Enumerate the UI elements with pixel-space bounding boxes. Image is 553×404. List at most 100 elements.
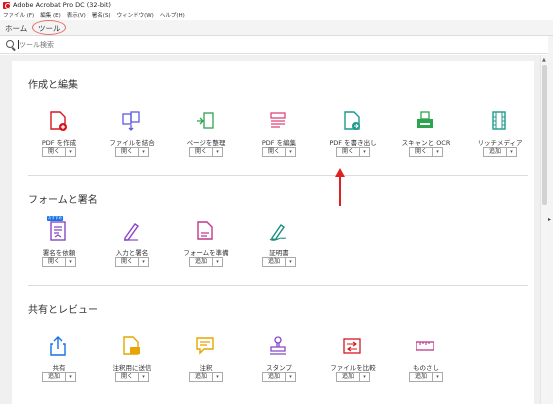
tool-edit-pdf[interactable]: PDF を編集 開く ▾	[243, 111, 315, 171]
tool-send-for-comments[interactable]: 注釈用に送信 開く ▾	[96, 336, 168, 396]
tool-share[interactable]: 共有 追加 ▾	[23, 336, 95, 396]
tools-content-area: 作成と編集 PDF を作成 開く ▾ ファイルを結合 開く ▾ ページを整理 開…	[0, 55, 540, 404]
button-label: 追加	[263, 373, 286, 381]
tool-organize-pages[interactable]: ページを整理 開く ▾	[170, 111, 242, 171]
tool-prepare-form[interactable]: フォームを準備 追加 ▾	[170, 221, 242, 281]
button-label: 追加	[190, 258, 213, 266]
button-label: 開く	[116, 148, 139, 156]
tool-export-pdf[interactable]: PDF を書き出し 開く ▾	[317, 111, 389, 171]
add-button[interactable]: 追加 ▾	[189, 257, 223, 267]
menu-view[interactable]: 表示(V)	[67, 11, 86, 19]
section-divider	[28, 175, 528, 176]
open-button[interactable]: 開く ▾	[115, 372, 149, 382]
tool-measure[interactable]: ものさし 追加 ▾	[390, 336, 462, 396]
chevron-down-icon[interactable]: ▾	[286, 373, 295, 381]
prepare-form-icon	[197, 221, 213, 240]
tool-rich-media[interactable]: リッチメディア 追加 ▾	[464, 111, 536, 171]
tool-scan-ocr[interactable]: スキャンと OCR 開く ▾	[390, 111, 462, 171]
tool-label: PDF を編集	[261, 139, 297, 147]
add-button[interactable]: 追加 ▾	[409, 372, 443, 382]
organize-pages-icon	[197, 112, 214, 129]
scrollbar-thumb[interactable]	[542, 65, 547, 205]
tool-certificates[interactable]: 証明書 追加 ▾	[243, 221, 315, 281]
chevron-down-icon[interactable]: ▾	[213, 258, 222, 266]
add-button[interactable]: 追加 ▾	[189, 372, 223, 382]
scroll-up-icon[interactable]: ▲	[542, 57, 546, 63]
chevron-down-icon[interactable]: ▾	[139, 148, 148, 156]
tool-search-bar	[0, 36, 553, 54]
button-label: 開く	[43, 148, 66, 156]
acrobat-logo-icon	[3, 1, 11, 9]
button-label: 開く	[263, 148, 286, 156]
open-button[interactable]: 開く ▾	[189, 147, 223, 157]
tool-label: ファイルを結合	[109, 139, 155, 147]
create-pdf-icon	[50, 111, 67, 131]
open-button[interactable]: 開く ▾	[115, 147, 149, 157]
tool-request-signature[interactable]: おすすめ 署名を依頼 開く ▾	[23, 216, 95, 281]
chevron-down-icon[interactable]: ▾	[507, 148, 516, 156]
chevron-down-icon[interactable]: ▾	[286, 148, 295, 156]
add-button[interactable]: 追加 ▾	[262, 257, 296, 267]
add-button[interactable]: 追加 ▾	[336, 372, 370, 382]
add-button[interactable]: 追加 ▾	[483, 147, 517, 157]
section-title-create-edit: 作成と編集	[28, 80, 78, 91]
tools-tab-highlight	[32, 20, 66, 35]
chevron-down-icon[interactable]: ▾	[360, 148, 369, 156]
chevron-down-icon[interactable]: ▾	[360, 373, 369, 381]
tool-label: 注釈	[199, 364, 213, 372]
menu-help[interactable]: ヘルプ(H)	[160, 11, 185, 19]
scan-ocr-icon	[417, 111, 433, 128]
window-title: Adobe Acrobat Pro DC (32-bit)	[13, 1, 111, 9]
add-button[interactable]: 追加 ▾	[262, 372, 296, 382]
tool-comment[interactable]: 注釈 追加 ▾	[170, 336, 242, 396]
menu-sign[interactable]: 署名(S)	[92, 11, 111, 19]
annotation-arrow-line	[339, 174, 341, 206]
menu-window[interactable]: ウィンドウ(W)	[117, 11, 154, 19]
menu-edit[interactable]: 編集 (E)	[40, 11, 61, 19]
tab-home[interactable]: ホーム	[5, 23, 27, 34]
comment-icon	[196, 337, 214, 355]
section-divider	[28, 285, 528, 286]
open-button[interactable]: 開く ▾	[409, 147, 443, 157]
vertical-scrollbar[interactable]: ▲	[540, 55, 548, 404]
tool-label: フォームを準備	[183, 249, 229, 257]
chevron-down-icon[interactable]: ▾	[139, 373, 148, 381]
right-pane-toggle[interactable]: ▸	[548, 36, 553, 404]
export-pdf-icon	[344, 111, 360, 130]
button-label: 追加	[263, 258, 286, 266]
tool-create-pdf[interactable]: PDF を作成 開く ▾	[23, 111, 95, 171]
chevron-down-icon[interactable]: ▾	[66, 373, 75, 381]
add-button[interactable]: 追加 ▾	[42, 372, 76, 382]
chevron-down-icon[interactable]: ▾	[213, 148, 222, 156]
chevron-down-icon[interactable]: ▾	[433, 373, 442, 381]
section-title-share-review: 共有とレビュー	[28, 305, 98, 316]
title-bar: Adobe Acrobat Pro DC (32-bit)	[0, 0, 553, 10]
tool-compare-files[interactable]: ファイルを比較 追加 ▾	[317, 336, 389, 396]
tool-search-input[interactable]	[19, 39, 319, 51]
chevron-right-icon[interactable]: ▸	[548, 216, 551, 223]
chevron-down-icon[interactable]: ▾	[433, 148, 442, 156]
tool-label: 入力と署名	[115, 249, 149, 257]
section-title-forms-signatures: フォームと署名	[28, 195, 98, 206]
open-button[interactable]: 開く ▾	[42, 257, 76, 267]
open-button[interactable]: 開く ▾	[262, 147, 296, 157]
chevron-down-icon[interactable]: ▾	[213, 373, 222, 381]
chevron-down-icon[interactable]: ▾	[66, 258, 75, 266]
chevron-down-icon[interactable]: ▾	[139, 258, 148, 266]
open-button[interactable]: 開く ▾	[336, 147, 370, 157]
open-button[interactable]: 開く ▾	[42, 147, 76, 157]
tool-fill-sign[interactable]: 入力と署名 開く ▾	[96, 221, 168, 281]
button-label: 開く	[337, 148, 360, 156]
share-icon	[50, 336, 66, 356]
tool-label: リッチメディア	[477, 139, 523, 147]
menu-file[interactable]: ファイル (F)	[3, 11, 34, 19]
chevron-down-icon[interactable]: ▾	[66, 148, 75, 156]
tool-label: ものさし	[413, 364, 439, 372]
button-label: 追加	[337, 373, 360, 381]
open-button[interactable]: 開く ▾	[115, 257, 149, 267]
tool-combine-files[interactable]: ファイルを結合 開く ▾	[96, 111, 168, 171]
tool-stamp[interactable]: スタンプ 追加 ▾	[243, 336, 315, 396]
chevron-down-icon[interactable]: ▾	[286, 258, 295, 266]
button-label: 開く	[43, 258, 66, 266]
tool-label: スキャンと OCR	[401, 139, 451, 147]
